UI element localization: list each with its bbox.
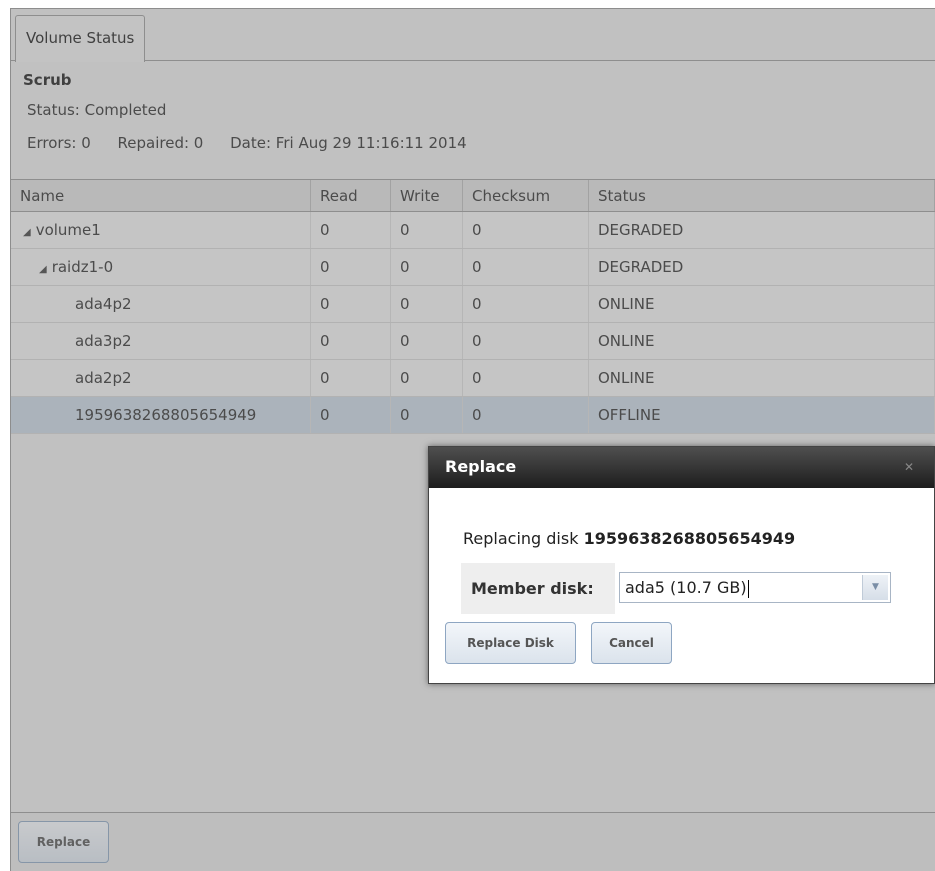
member-disk-select[interactable]: ada5 (10.7 GB) ▼ <box>619 572 891 603</box>
member-disk-value: ada5 (10.7 GB) <box>625 578 749 598</box>
member-disk-label-box: Member disk: <box>461 563 615 614</box>
close-icon[interactable]: ✕ <box>904 447 914 487</box>
member-disk-label: Member disk: <box>471 579 594 598</box>
replacing-prefix: Replacing disk <box>463 529 579 548</box>
cancel-button[interactable]: Cancel <box>591 622 672 664</box>
replacing-text: Replacing disk 1959638268805654949 <box>463 529 795 548</box>
dialog-title-bar: Replace ✕ <box>429 447 934 488</box>
chevron-down-icon[interactable]: ▼ <box>862 575 888 600</box>
replacing-disk-id: 1959638268805654949 <box>583 529 796 548</box>
modal-overlay <box>10 8 935 871</box>
replace-dialog: Replace ✕ Replacing disk 195963826880565… <box>428 446 935 684</box>
dialog-title: Replace <box>445 457 517 476</box>
replace-disk-button[interactable]: Replace Disk <box>445 622 576 664</box>
